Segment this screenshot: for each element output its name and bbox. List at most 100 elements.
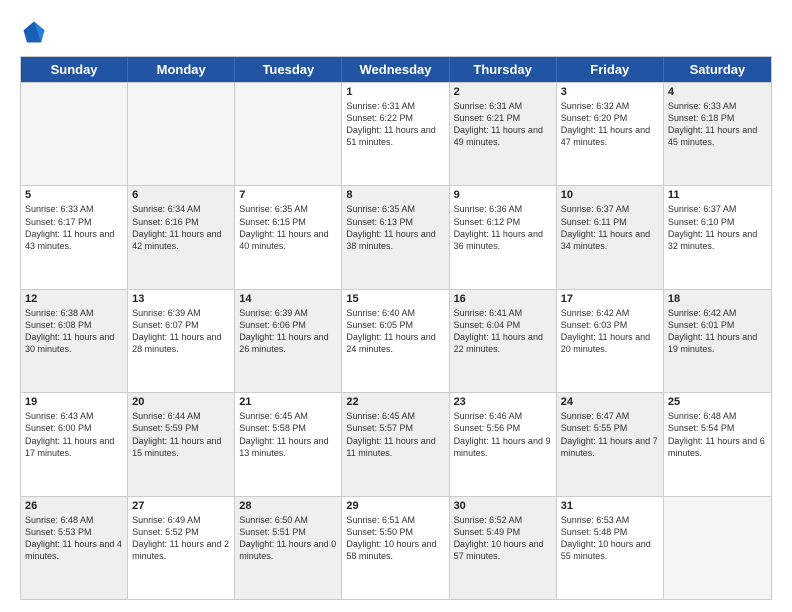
daylight-text: Daylight: 11 hours and 4 minutes. [25, 538, 123, 562]
sunset-text: Sunset: 6:12 PM [454, 216, 552, 228]
day-cell-12: 12Sunrise: 6:38 AMSunset: 6:08 PMDayligh… [21, 290, 128, 392]
logo [20, 18, 52, 46]
sunset-text: Sunset: 5:48 PM [561, 526, 659, 538]
sunrise-text: Sunrise: 6:49 AM [132, 514, 230, 526]
empty-cell [21, 83, 128, 185]
day-cell-27: 27Sunrise: 6:49 AMSunset: 5:52 PMDayligh… [128, 497, 235, 599]
daylight-text: Daylight: 10 hours and 58 minutes. [346, 538, 444, 562]
day-number: 21 [239, 396, 337, 408]
day-number: 3 [561, 86, 659, 98]
day-cell-3: 3Sunrise: 6:32 AMSunset: 6:20 PMDaylight… [557, 83, 664, 185]
sunset-text: Sunset: 5:59 PM [132, 422, 230, 434]
day-number: 30 [454, 500, 552, 512]
sunrise-text: Sunrise: 6:48 AM [25, 514, 123, 526]
page: SundayMondayTuesdayWednesdayThursdayFrid… [0, 0, 792, 612]
sunset-text: Sunset: 6:00 PM [25, 422, 123, 434]
sunrise-text: Sunrise: 6:40 AM [346, 307, 444, 319]
daylight-text: Daylight: 11 hours and 40 minutes. [239, 228, 337, 252]
sunrise-text: Sunrise: 6:31 AM [454, 100, 552, 112]
day-cell-10: 10Sunrise: 6:37 AMSunset: 6:11 PMDayligh… [557, 186, 664, 288]
day-number: 26 [25, 500, 123, 512]
sunset-text: Sunset: 6:03 PM [561, 319, 659, 331]
day-number: 14 [239, 293, 337, 305]
sunrise-text: Sunrise: 6:51 AM [346, 514, 444, 526]
sunset-text: Sunset: 6:08 PM [25, 319, 123, 331]
day-cell-9: 9Sunrise: 6:36 AMSunset: 6:12 PMDaylight… [450, 186, 557, 288]
day-number: 29 [346, 500, 444, 512]
day-number: 22 [346, 396, 444, 408]
daylight-text: Daylight: 11 hours and 22 minutes. [454, 331, 552, 355]
sunrise-text: Sunrise: 6:35 AM [346, 203, 444, 215]
sunrise-text: Sunrise: 6:42 AM [668, 307, 767, 319]
sunrise-text: Sunrise: 6:47 AM [561, 410, 659, 422]
sunrise-text: Sunrise: 6:36 AM [454, 203, 552, 215]
day-number: 7 [239, 189, 337, 201]
sunrise-text: Sunrise: 6:53 AM [561, 514, 659, 526]
day-number: 11 [668, 189, 767, 201]
sunrise-text: Sunrise: 6:45 AM [239, 410, 337, 422]
calendar-row-1: 1Sunrise: 6:31 AMSunset: 6:22 PMDaylight… [21, 82, 771, 185]
daylight-text: Daylight: 11 hours and 38 minutes. [346, 228, 444, 252]
calendar: SundayMondayTuesdayWednesdayThursdayFrid… [20, 56, 772, 600]
sunset-text: Sunset: 6:20 PM [561, 112, 659, 124]
sunrise-text: Sunrise: 6:37 AM [668, 203, 767, 215]
day-number: 24 [561, 396, 659, 408]
sunrise-text: Sunrise: 6:46 AM [454, 410, 552, 422]
daylight-text: Daylight: 11 hours and 32 minutes. [668, 228, 767, 252]
daylight-text: Daylight: 11 hours and 17 minutes. [25, 435, 123, 459]
daylight-text: Daylight: 11 hours and 15 minutes. [132, 435, 230, 459]
header [20, 18, 772, 46]
sunset-text: Sunset: 6:04 PM [454, 319, 552, 331]
calendar-row-3: 12Sunrise: 6:38 AMSunset: 6:08 PMDayligh… [21, 289, 771, 392]
day-number: 4 [668, 86, 767, 98]
day-cell-21: 21 Sunrise: 6:45 AMSunset: 5:58 PMDayligh… [235, 393, 342, 495]
daylight-text: Daylight: 11 hours and 24 minutes. [346, 331, 444, 355]
day-cell-24: 24Sunrise: 6:47 AMSunset: 5:55 PMDayligh… [557, 393, 664, 495]
day-number: 13 [132, 293, 230, 305]
day-cell-23: 23Sunrise: 6:46 AMSunset: 5:56 PMDayligh… [450, 393, 557, 495]
daylight-text: Daylight: 11 hours and 13 minutes. [239, 435, 337, 459]
daylight-text: Daylight: 11 hours and 20 minutes. [561, 331, 659, 355]
day-cell-2: 2Sunrise: 6:31 AMSunset: 6:21 PMDaylight… [450, 83, 557, 185]
daylight-text: Daylight: 11 hours and 26 minutes. [239, 331, 337, 355]
daylight-text: Daylight: 10 hours and 55 minutes. [561, 538, 659, 562]
daylight-text: Daylight: 11 hours and 36 minutes. [454, 228, 552, 252]
weekday-header-wednesday: Wednesday [342, 57, 449, 82]
weekday-header-monday: Monday [128, 57, 235, 82]
day-number: 16 [454, 293, 552, 305]
sunrise-text: Sunrise: 6:35 AM [239, 203, 337, 215]
calendar-row-2: 5Sunrise: 6:33 AMSunset: 6:17 PMDaylight… [21, 185, 771, 288]
sunset-text: Sunset: 6:07 PM [132, 319, 230, 331]
sunset-text: Sunset: 6:10 PM [668, 216, 767, 228]
daylight-text: Daylight: 11 hours and 6 minutes. [668, 435, 767, 459]
sunset-text: Sunset: 6:22 PM [346, 112, 444, 124]
day-number: 6 [132, 189, 230, 201]
empty-cell [128, 83, 235, 185]
sunset-text: Sunset: 6:06 PM [239, 319, 337, 331]
day-cell-25: 25Sunrise: 6:48 AMSunset: 5:54 PMDayligh… [664, 393, 771, 495]
day-number: 23 [454, 396, 552, 408]
calendar-body: 1Sunrise: 6:31 AMSunset: 6:22 PMDaylight… [21, 82, 771, 599]
sunrise-text: Sunrise: 6:34 AM [132, 203, 230, 215]
daylight-text: Daylight: 11 hours and 19 minutes. [668, 331, 767, 355]
daylight-text: Daylight: 11 hours and 30 minutes. [25, 331, 123, 355]
day-number: 8 [346, 189, 444, 201]
sunrise-text: Sunrise: 6:42 AM [561, 307, 659, 319]
daylight-text: Daylight: 11 hours and 51 minutes. [346, 124, 444, 148]
sunset-text: Sunset: 5:50 PM [346, 526, 444, 538]
sunrise-text: Sunrise: 6:43 AM [25, 410, 123, 422]
day-cell-4: 4Sunrise: 6:33 AMSunset: 6:18 PMDaylight… [664, 83, 771, 185]
sunset-text: Sunset: 5:56 PM [454, 422, 552, 434]
day-cell-26: 26Sunrise: 6:48 AMSunset: 5:53 PMDayligh… [21, 497, 128, 599]
sunrise-text: Sunrise: 6:38 AM [25, 307, 123, 319]
weekday-header-sunday: Sunday [21, 57, 128, 82]
day-number: 18 [668, 293, 767, 305]
day-cell-14: 14Sunrise: 6:39 AMSunset: 6:06 PMDayligh… [235, 290, 342, 392]
sunset-text: Sunset: 5:51 PM [239, 526, 337, 538]
sunrise-text: Sunrise: 6:52 AM [454, 514, 552, 526]
day-cell-15: 15Sunrise: 6:40 AMSunset: 6:05 PMDayligh… [342, 290, 449, 392]
sunrise-text: Sunrise: 6:45 AM [346, 410, 444, 422]
sunset-text: Sunset: 5:58 PM [239, 422, 337, 434]
day-number: 17 [561, 293, 659, 305]
daylight-text: Daylight: 11 hours and 42 minutes. [132, 228, 230, 252]
